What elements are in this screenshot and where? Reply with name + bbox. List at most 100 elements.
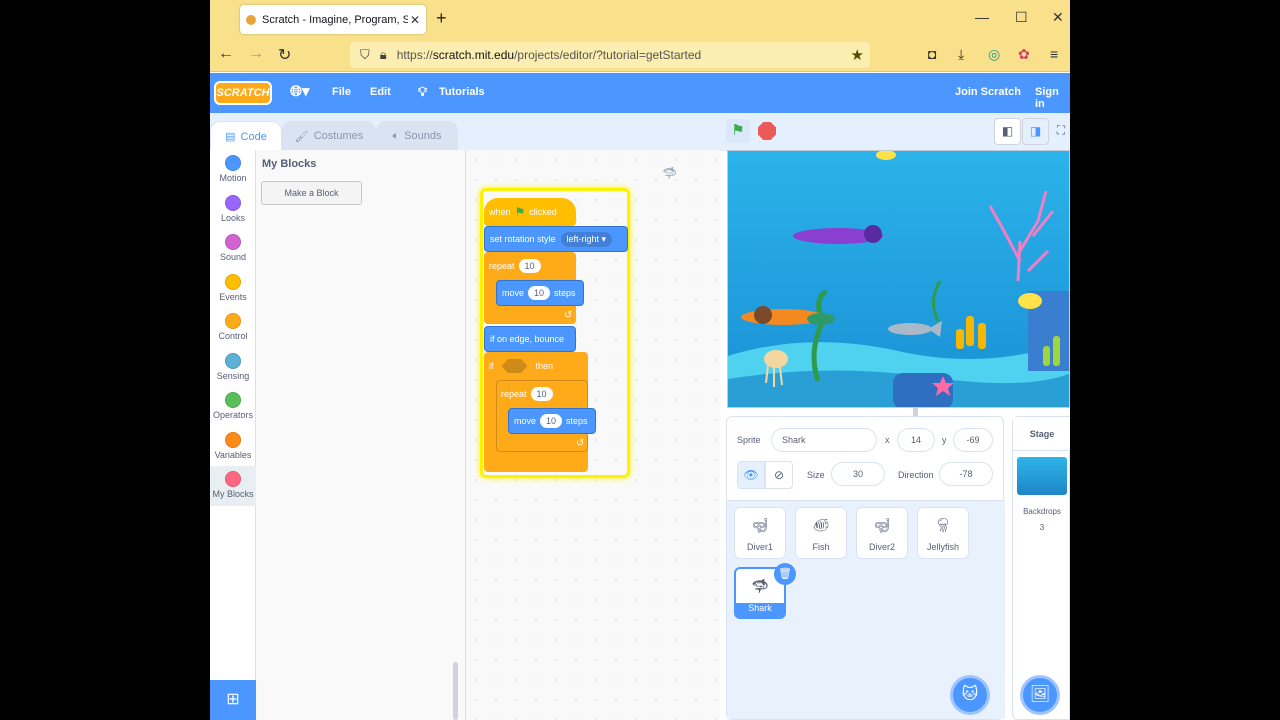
forward-icon[interactable]: → <box>248 45 264 63</box>
tutorials-bulb-icon[interactable]: 💡︎ <box>418 84 427 100</box>
normal-stage-button[interactable]: ◨ <box>1022 118 1049 145</box>
category-control[interactable]: Control <box>210 308 256 348</box>
size-input[interactable]: 30 <box>831 462 885 486</box>
sprite-name: Diver1 <box>746 542 773 552</box>
sprite-watermark-icon: 🦈︎ <box>662 166 678 180</box>
y-position-input[interactable]: -69 <box>953 428 993 452</box>
rotation-style-value: left-right <box>566 233 600 244</box>
small-stage-button[interactable]: ◧ <box>994 118 1021 145</box>
inner-loop-arrow-icon: ↺ <box>576 438 585 449</box>
condition-slot[interactable] <box>501 359 528 373</box>
minimize-icon[interactable]: — <box>975 9 989 25</box>
add-extension-button[interactable]: ⊞ <box>210 680 256 720</box>
loop-arrow-icon: ↺ <box>564 310 573 321</box>
inner-repeat-count-input[interactable]: 10 <box>530 387 553 401</box>
x-label: x <box>885 435 890 445</box>
set-rotation-style-block[interactable]: set rotation style left-right ▾ <box>484 226 628 252</box>
stage-canvas[interactable] <box>727 150 1070 408</box>
close-tab-icon[interactable]: ✕ <box>410 13 420 27</box>
scratch-menu-bar: SCRATCH 🌐︎▾ File Edit 💡︎ Tutorials Join … <box>210 73 1070 113</box>
inner-move-steps-input[interactable]: 10 <box>540 414 563 428</box>
choose-sprite-button[interactable]: 🐱︎ <box>950 675 990 715</box>
category-looks[interactable]: Looks <box>210 190 256 230</box>
sprite-name-input[interactable]: Shark <box>771 428 877 452</box>
sprite-tile-diver2[interactable]: 🤿︎ Diver2 <box>856 507 908 559</box>
move-steps-block[interactable]: move 10 steps <box>496 280 584 306</box>
category-sound[interactable]: Sound <box>210 229 256 269</box>
x-position-input[interactable]: 14 <box>897 428 935 452</box>
palette-scrollbar[interactable] <box>453 662 458 720</box>
if-on-edge-bounce-block[interactable]: if on edge, bounce <box>484 326 576 352</box>
tab-costumes-label: Costumes <box>313 130 364 142</box>
category-my-blocks[interactable]: My Blocks <box>210 466 256 506</box>
extension-icon[interactable]: ◎ <box>988 46 1000 63</box>
browser-tab[interactable]: Scratch - Imagine, Program, Share ✕ <box>240 5 426 34</box>
script-area[interactable]: 🦈︎ when ⚑ clicked set rotation style lef… <box>466 150 918 720</box>
bookmark-star-icon[interactable]: ★ <box>851 46 864 64</box>
when-label: when <box>489 207 511 217</box>
tab-code[interactable]: ▤ Code <box>210 121 282 151</box>
category-label: Control <box>218 331 248 341</box>
size-label: Size <box>807 470 825 480</box>
language-globe-icon[interactable]: 🌐︎▾ <box>290 82 310 100</box>
underwater-scene <box>728 151 1069 407</box>
lock-icon[interactable]: 🔒︎ <box>380 47 387 63</box>
sprite-tile-diver1[interactable]: 🤿︎ Diver1 <box>734 507 786 559</box>
when-flag-clicked-block[interactable]: when ⚑ clicked <box>484 198 576 226</box>
category-label: Variables <box>214 449 252 460</box>
scratch-logo[interactable]: SCRATCH <box>214 81 272 105</box>
sign-in-link[interactable]: Sign in <box>1035 86 1070 110</box>
category-events[interactable]: Events <box>210 269 256 309</box>
repeat-count-input[interactable]: 10 <box>518 259 541 273</box>
tab-costumes[interactable]: 🖌︎ Costumes <box>282 121 376 151</box>
category-variables[interactable]: Variables <box>210 427 256 467</box>
category-sensing[interactable]: Sensing <box>210 348 256 388</box>
sprite-name: Jellyfish <box>926 542 959 552</box>
back-icon[interactable]: ← <box>218 45 234 63</box>
new-tab-icon[interactable]: + <box>436 8 447 29</box>
repeat-header: repeat 10 <box>484 254 545 278</box>
show-sprite-eye-icon[interactable]: 👁︎ <box>737 461 765 489</box>
maximize-icon[interactable]: ☐ <box>1015 9 1028 26</box>
reload-icon[interactable]: ↻ <box>278 45 291 65</box>
sprite-name: Shark <box>748 603 772 613</box>
stage-thumbnail <box>1017 457 1067 495</box>
palette-heading: My Blocks <box>262 158 317 170</box>
sprite-tile-jellyfish[interactable]: 🪼︎ Jellyfish <box>917 507 969 559</box>
inner-move-steps-block[interactable]: move 10 steps <box>508 408 596 434</box>
downloads-icon[interactable]: ⤓ <box>958 46 964 63</box>
pocket-icon[interactable]: ◘ <box>928 46 936 62</box>
if-header: if then <box>484 354 553 378</box>
tutorials-menu[interactable]: Tutorials <box>439 86 485 98</box>
close-window-icon[interactable]: ✕ <box>1052 9 1064 26</box>
green-flag-button[interactable]: ⚑ <box>726 119 750 143</box>
clicked-label: clicked <box>529 207 557 217</box>
address-bar[interactable]: ⛉ 🔒︎ https://scratch.mit.edu/projects/ed… <box>350 42 870 68</box>
jellyfish-icon: 🪼︎ <box>934 517 952 533</box>
delete-sprite-icon[interactable]: 🗑︎ <box>774 563 796 585</box>
extension-icon-2[interactable]: ✿ <box>1018 46 1030 63</box>
category-motion[interactable]: Motion <box>210 150 256 190</box>
make-a-block-button[interactable]: Make a Block <box>261 181 362 205</box>
repeat-label: repeat <box>489 261 515 271</box>
choose-backdrop-button[interactable]: 🖼︎ <box>1020 675 1060 715</box>
move-label: move <box>502 288 525 298</box>
file-menu[interactable]: File <box>332 86 351 98</box>
edit-menu[interactable]: Edit <box>370 86 391 98</box>
stop-button[interactable] <box>758 122 776 140</box>
join-scratch-link[interactable]: Join Scratch <box>955 86 1021 98</box>
block-categories: Motion Looks Sound Events Control Sensing Oper… <box>210 150 256 680</box>
shield-icon[interactable]: ⛉ <box>360 47 370 63</box>
tab-sounds[interactable]: 🔈︎ Sounds <box>376 121 458 151</box>
category-operators[interactable]: Operators <box>210 387 256 427</box>
sprite-tile-fish[interactable]: 🐠︎ Fish <box>795 507 847 559</box>
tab-strip: Scratch - Imagine, Program, Share ✕ + — … <box>210 0 1070 38</box>
fullscreen-button[interactable]: ⛶ <box>1052 118 1070 145</box>
menu-icon[interactable]: ≡ <box>1050 46 1058 62</box>
sprite-info-panel: Sprite Shark x 14 y -69 👁︎ ⊘ Size 30 Dir… <box>726 416 1005 720</box>
rotation-style-dropdown[interactable]: left-right ▾ <box>560 231 613 247</box>
move-steps-input[interactable]: 10 <box>528 286 551 300</box>
sprite-tile-shark[interactable]: 🦈︎ Shark 🗑︎ <box>734 563 796 619</box>
hide-sprite-icon[interactable]: ⊘ <box>765 461 793 489</box>
direction-input[interactable]: -78 <box>939 462 993 486</box>
